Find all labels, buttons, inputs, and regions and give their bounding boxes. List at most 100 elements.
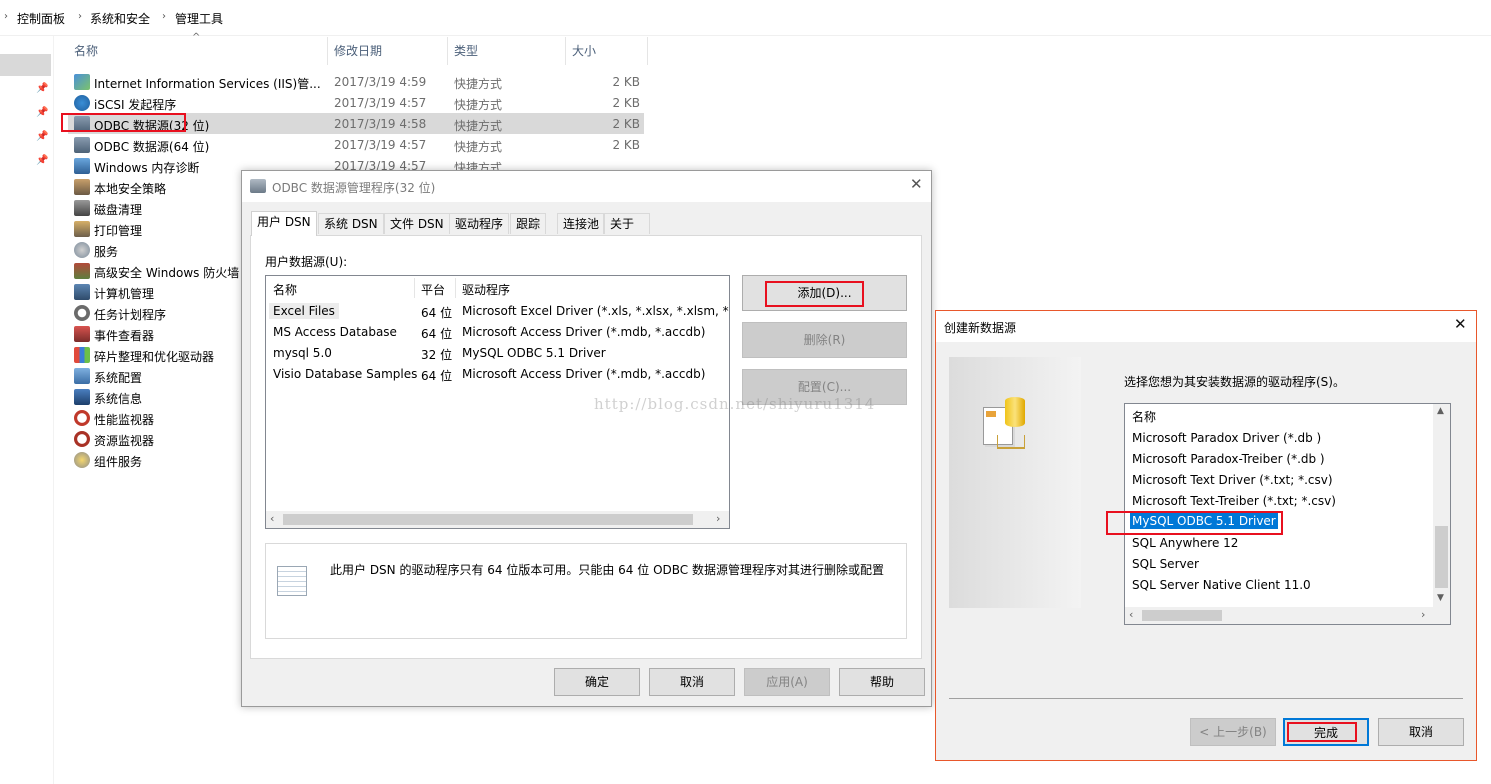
list-item[interactable]: Visio Database Samples 64 位 Microsoft Ac… xyxy=(266,365,729,385)
system-config-icon xyxy=(74,368,90,384)
apply-button[interactable]: 应用(A) xyxy=(744,668,830,696)
ok-button[interactable]: 确定 xyxy=(554,668,640,696)
create-new-data-source-dialog: 创建新数据源 ✕ 选择您想为其安装数据源的驱动程序(S)。 名称 Microso… xyxy=(935,310,1477,761)
file-type: 快捷方式 xyxy=(454,98,503,112)
tab-connection-pooling[interactable]: 连接池 xyxy=(557,213,604,234)
scrollbar-thumb[interactable] xyxy=(1435,526,1448,588)
file-type: 快捷方式 xyxy=(454,119,503,133)
scroll-left-icon[interactable]: ‹ xyxy=(1129,608,1133,621)
list-header-driver[interactable]: 驱动程序 xyxy=(462,281,510,298)
file-size: 2 KB xyxy=(612,117,640,131)
file-size: 2 KB xyxy=(612,96,640,110)
scroll-left-icon[interactable]: ‹ xyxy=(270,512,274,525)
chevron-right-icon: › xyxy=(4,11,8,22)
list-item[interactable]: SQL Anywhere 12 xyxy=(1132,536,1238,550)
pin-icon[interactable]: 📌 xyxy=(36,155,48,166)
column-header-type[interactable]: 类型 xyxy=(448,37,566,65)
tab-system-dsn[interactable]: 系统 DSN xyxy=(318,213,384,234)
component-services-icon xyxy=(74,452,90,468)
memory-diagnostic-icon xyxy=(74,158,90,174)
cancel-button[interactable]: 取消 xyxy=(649,668,735,696)
scrollbar-thumb[interactable] xyxy=(1142,610,1222,621)
column-header-date[interactable]: 修改日期 xyxy=(328,37,448,65)
vertical-scrollbar[interactable]: ▲ ▼ xyxy=(1433,404,1450,609)
scroll-up-icon[interactable]: ▲ xyxy=(1437,406,1444,416)
list-item[interactable]: MS Access Database 64 位 Microsoft Access… xyxy=(266,323,729,343)
list-header-name[interactable]: 名称 xyxy=(1132,408,1156,425)
configure-button-label: 配置(C)... xyxy=(797,380,852,394)
help-button[interactable]: 帮助 xyxy=(839,668,925,696)
list-item[interactable]: Microsoft Text Driver (*.txt; *.csv) xyxy=(1132,473,1333,487)
performance-monitor-icon xyxy=(74,410,90,426)
user-dsn-label: 用户数据源(U): xyxy=(265,255,348,269)
list-item[interactable]: mysql 5.0 32 位 MySQL ODBC 5.1 Driver xyxy=(266,344,729,364)
list-header-platform[interactable]: 平台 xyxy=(421,281,445,298)
dsn-platform: 64 位 xyxy=(421,306,453,320)
dialog-title: ODBC 数据源管理程序(32 位) xyxy=(272,181,436,195)
horizontal-scrollbar[interactable]: ‹ › xyxy=(266,511,729,528)
column-header-name[interactable]: 名称 xyxy=(68,37,328,65)
file-name: 任务计划程序 xyxy=(94,308,167,322)
list-item[interactable]: SQL Server Native Client 11.0 xyxy=(1132,578,1311,592)
back-button-label: < 上一步(B) xyxy=(1199,725,1267,739)
nav-selected-item[interactable] xyxy=(0,54,51,76)
odbc-icon xyxy=(250,179,266,193)
tab-file-dsn[interactable]: 文件 DSN xyxy=(384,213,450,234)
wizard-side-panel xyxy=(949,357,1081,608)
dsn-platform: 32 位 xyxy=(421,348,453,362)
file-name: 计算机管理 xyxy=(94,287,155,301)
column-header-size[interactable]: 大小 xyxy=(566,37,648,65)
tab-user-dsn[interactable]: 用户 DSN xyxy=(251,211,317,236)
file-name: 碎片整理和优化驱动器 xyxy=(94,350,215,364)
remove-button-label: 删除(R) xyxy=(803,333,846,347)
computer-management-icon xyxy=(74,284,90,300)
list-item[interactable]: Microsoft Paradox-Treiber (*.db ) xyxy=(1132,452,1325,466)
file-row[interactable]: iSCSI 发起程序 2017/3/19 4:57 快捷方式 2 KB xyxy=(68,92,644,113)
dsn-platform: 64 位 xyxy=(421,369,453,383)
disk-cleanup-icon xyxy=(74,200,90,216)
breadcrumb-admin-tools[interactable]: 管理工具 xyxy=(175,10,223,27)
pin-icon[interactable]: 📌 xyxy=(36,83,48,94)
list-item[interactable]: Excel Files 64 位 Microsoft Excel Driver … xyxy=(266,302,729,322)
pin-icon[interactable]: 📌 xyxy=(36,107,48,118)
scrollbar-thumb[interactable] xyxy=(283,514,693,525)
list-header-name[interactable]: 名称 xyxy=(273,281,297,298)
file-name: 事件查看器 xyxy=(94,329,155,343)
breadcrumb-system-security[interactable]: 系统和安全 xyxy=(90,10,150,27)
file-name: 资源监视器 xyxy=(94,434,155,448)
breadcrumb: › 控制面板 › 系统和安全 › 管理工具 xyxy=(0,0,1491,36)
services-icon xyxy=(74,242,90,258)
horizontal-scrollbar[interactable]: ‹ › xyxy=(1125,607,1450,624)
dsn-platform: 64 位 xyxy=(421,327,453,341)
highlight-box-mysql-driver xyxy=(1106,511,1283,535)
iscsi-icon xyxy=(74,95,90,111)
title-bar: ODBC 数据源管理程序(32 位) ✕ xyxy=(242,171,931,202)
file-name: iSCSI 发起程序 xyxy=(94,98,177,112)
firewall-icon xyxy=(74,263,90,279)
pin-icon[interactable]: 📌 xyxy=(36,131,48,142)
cancel-button[interactable]: 取消 xyxy=(1378,718,1464,746)
tab-drivers[interactable]: 驱动程序 xyxy=(449,213,510,234)
breadcrumb-control-panel[interactable]: 控制面板 xyxy=(17,10,65,27)
dsn-name: MS Access Database xyxy=(273,325,397,339)
list-item[interactable]: Microsoft Text-Treiber (*.txt; *.csv) xyxy=(1132,494,1336,508)
back-button[interactable]: < 上一步(B) xyxy=(1190,718,1276,746)
highlight-box-odbc32 xyxy=(61,113,186,132)
chevron-right-icon: › xyxy=(162,11,166,22)
list-item[interactable]: SQL Server xyxy=(1132,557,1199,571)
tab-about[interactable]: 关于 xyxy=(604,213,650,234)
remove-button[interactable]: 删除(R) xyxy=(742,322,907,358)
scroll-down-icon[interactable]: ▼ xyxy=(1437,593,1444,603)
dsn-driver: Microsoft Access Driver (*.mdb, *.accdb) xyxy=(462,367,706,381)
dsn-name: Visio Database Samples xyxy=(273,367,418,381)
tab-tracing[interactable]: 跟踪 xyxy=(510,213,547,234)
close-icon[interactable]: ✕ xyxy=(910,175,923,193)
scroll-right-icon[interactable]: › xyxy=(1421,608,1425,621)
scroll-right-icon[interactable]: › xyxy=(716,512,720,525)
close-icon[interactable]: ✕ xyxy=(1454,315,1467,333)
file-row[interactable]: Internet Information Services (IIS)管... … xyxy=(68,71,644,92)
file-row[interactable]: ODBC 数据源(64 位) 2017/3/19 4:57 快捷方式 2 KB xyxy=(68,134,644,155)
separator xyxy=(949,698,1463,699)
highlight-box-finish xyxy=(1287,722,1357,742)
list-item[interactable]: Microsoft Paradox Driver (*.db ) xyxy=(1132,431,1321,445)
